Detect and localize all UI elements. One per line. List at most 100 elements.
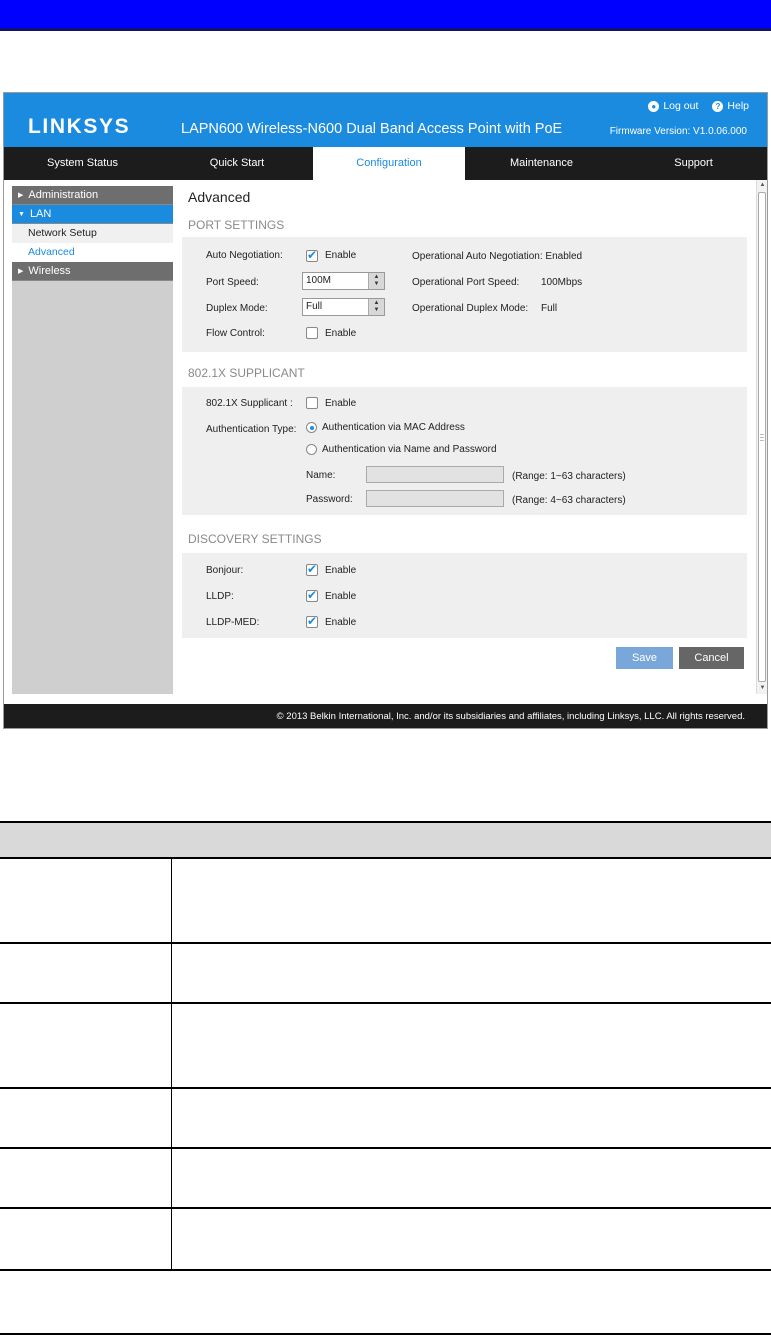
duplex-mode-select[interactable]: Full ▲ ▼ (302, 298, 385, 316)
flow-control-checkbox[interactable] (306, 327, 318, 339)
name-range-hint: (Range: 1~63 characters) (512, 471, 626, 482)
discovery-heading: DISCOVERY SETTINGS (188, 532, 322, 546)
bonjour-label: Bonjour: (206, 565, 244, 576)
operational-port-speed-label: Operational Port Speed: (412, 277, 520, 288)
table-row (0, 1004, 771, 1089)
operational-auto-negotiation: Operational Auto Negotiation: Enabled (412, 251, 583, 262)
tab-configuration[interactable]: Configuration (313, 147, 465, 180)
table-row (0, 859, 771, 944)
lldp-enable-label: Enable (325, 591, 357, 602)
sidebar-item-advanced[interactable]: Advanced (12, 243, 173, 262)
table-column-divider (171, 1004, 172, 1087)
table-row (0, 1149, 771, 1209)
bonjour-checkbox[interactable] (306, 562, 318, 576)
lldp-med-checkbox[interactable] (306, 614, 318, 628)
logout-label: Log out (663, 100, 699, 112)
save-button[interactable]: Save (616, 647, 673, 669)
auth-mac-label: Authentication via MAC Address (322, 422, 465, 433)
table-column-divider (171, 1209, 172, 1269)
table-column-divider (171, 944, 172, 1002)
page-scrollbar[interactable]: ▲ – – – ▼ (756, 180, 767, 694)
password-label: Password: (306, 494, 353, 505)
table-column-divider (171, 1089, 172, 1147)
firmware-version: Firmware Version: V1.0.06.000 (609, 126, 747, 137)
page-title: Advanced (188, 189, 251, 205)
port-settings-heading: PORT SETTINGS (188, 218, 285, 232)
bonjour-enable-label: Enable (325, 565, 357, 576)
sidebar-item-label: Administration (28, 189, 99, 201)
sidebar-item-label: Wireless (28, 265, 71, 277)
document-top-bar (0, 0, 771, 31)
description-table (0, 821, 771, 1271)
scroll-up-icon[interactable]: ▲ (757, 180, 767, 191)
auth-type-label: Authentication Type: (206, 424, 297, 435)
tab-maintenance[interactable]: Maintenance (465, 147, 618, 180)
supplicant-heading: 802.1X SUPPLICANT (188, 366, 305, 380)
auto-negotiation-label: Auto Negotiation: (206, 250, 283, 261)
auth-mac-radio[interactable] (306, 422, 317, 433)
supplicant-checkbox[interactable] (306, 397, 318, 409)
header: LINKSYS LAPN600 Wireless-N600 Dual Band … (4, 93, 767, 147)
flow-control-enable-label: Enable (325, 328, 357, 339)
sidebar-item-administration[interactable]: ▶ Administration (12, 186, 173, 205)
port-speed-select[interactable]: 100M ▲ ▼ (302, 272, 385, 290)
sidebar-item-wireless[interactable]: ▶ Wireless (12, 262, 173, 281)
name-label: Name: (306, 470, 336, 481)
cancel-button[interactable]: Cancel (679, 647, 744, 669)
main-body: ▶ Administration ▼ LAN Network Setup Advan… (4, 180, 767, 704)
help-link[interactable]: ? Help (712, 100, 749, 112)
help-icon: ? (712, 100, 724, 112)
content-area: Advanced PORT SETTINGS Auto Negotiation:… (176, 180, 753, 704)
lldp-med-label: LLDP-MED: (206, 617, 260, 628)
sidebar: ▶ Administration ▼ LAN Network Setup Advan… (12, 186, 173, 694)
tab-support[interactable]: Support (618, 147, 767, 180)
table-header-row (0, 823, 771, 859)
discovery-panel: Bonjour: Enable LLDP: Enable LLDP-MED: E… (182, 553, 747, 638)
table-row (0, 944, 771, 1004)
header-links: ● Log out ? Help (648, 100, 749, 112)
footer-copyright: © 2013 Belkin International, Inc. and/or… (4, 704, 767, 728)
tab-quick-start[interactable]: Quick Start (161, 147, 313, 180)
auto-negotiation-checkbox[interactable] (306, 248, 318, 262)
operational-port-speed-value: 100Mbps (541, 277, 583, 288)
operational-duplex-mode-value: Full (541, 303, 558, 314)
supplicant-label: 802.1X Supplicant : (206, 398, 293, 409)
port-speed-label: Port Speed: (206, 277, 259, 288)
supplicant-enable-label: Enable (325, 398, 357, 409)
table-column-divider (171, 1149, 172, 1207)
port-speed-value: 100M (306, 275, 332, 286)
sidebar-item-lan[interactable]: ▼ LAN (12, 205, 173, 224)
operational-duplex-mode-label: Operational Duplex Mode: (412, 303, 529, 314)
flow-control-label: Flow Control: (206, 328, 265, 339)
expand-arrow-icon: ▶ (18, 268, 24, 275)
password-input[interactable] (366, 490, 504, 507)
sidebar-item-label: LAN (29, 208, 52, 220)
auth-name-radio[interactable] (306, 444, 317, 455)
duplex-mode-label: Duplex Mode: (206, 303, 268, 314)
linksys-logo: LINKSYS (28, 115, 131, 138)
collapse-arrow-icon: ▼ (18, 211, 25, 218)
supplicant-panel: 802.1X Supplicant : Enable Authenticatio… (182, 387, 747, 515)
logout-link[interactable]: ● Log out (648, 100, 698, 112)
sidebar-item-network-setup[interactable]: Network Setup (12, 224, 173, 243)
duplex-mode-value: Full (306, 301, 323, 312)
help-label: Help (727, 100, 749, 112)
tab-system-status[interactable]: System Status (4, 147, 161, 180)
product-name: LAPN600 Wireless-N600 Dual Band Access P… (181, 121, 563, 137)
expand-arrow-icon: ▶ (18, 192, 24, 199)
lldp-checkbox[interactable] (306, 588, 318, 602)
table-row (0, 1209, 771, 1271)
lldp-label: LLDP: (206, 591, 234, 602)
scroll-down-icon[interactable]: ▼ (757, 683, 767, 694)
table-column-divider (171, 859, 172, 942)
linksys-admin-screenshot: LINKSYS LAPN600 Wireless-N600 Dual Band … (3, 92, 768, 729)
page-bottom-rule (0, 1333, 771, 1335)
spinner-arrows-icon: ▲ ▼ (368, 273, 384, 289)
auto-negotiation-enable-label: Enable (325, 250, 357, 261)
lock-icon: ● (648, 100, 660, 112)
auth-name-label: Authentication via Name and Password (322, 444, 497, 455)
lldp-med-enable-label: Enable (325, 617, 357, 628)
scrollbar-thumb[interactable]: – – – (758, 192, 766, 682)
name-input[interactable] (366, 466, 504, 483)
port-settings-panel: Auto Negotiation: Enable Operational Aut… (182, 237, 747, 352)
